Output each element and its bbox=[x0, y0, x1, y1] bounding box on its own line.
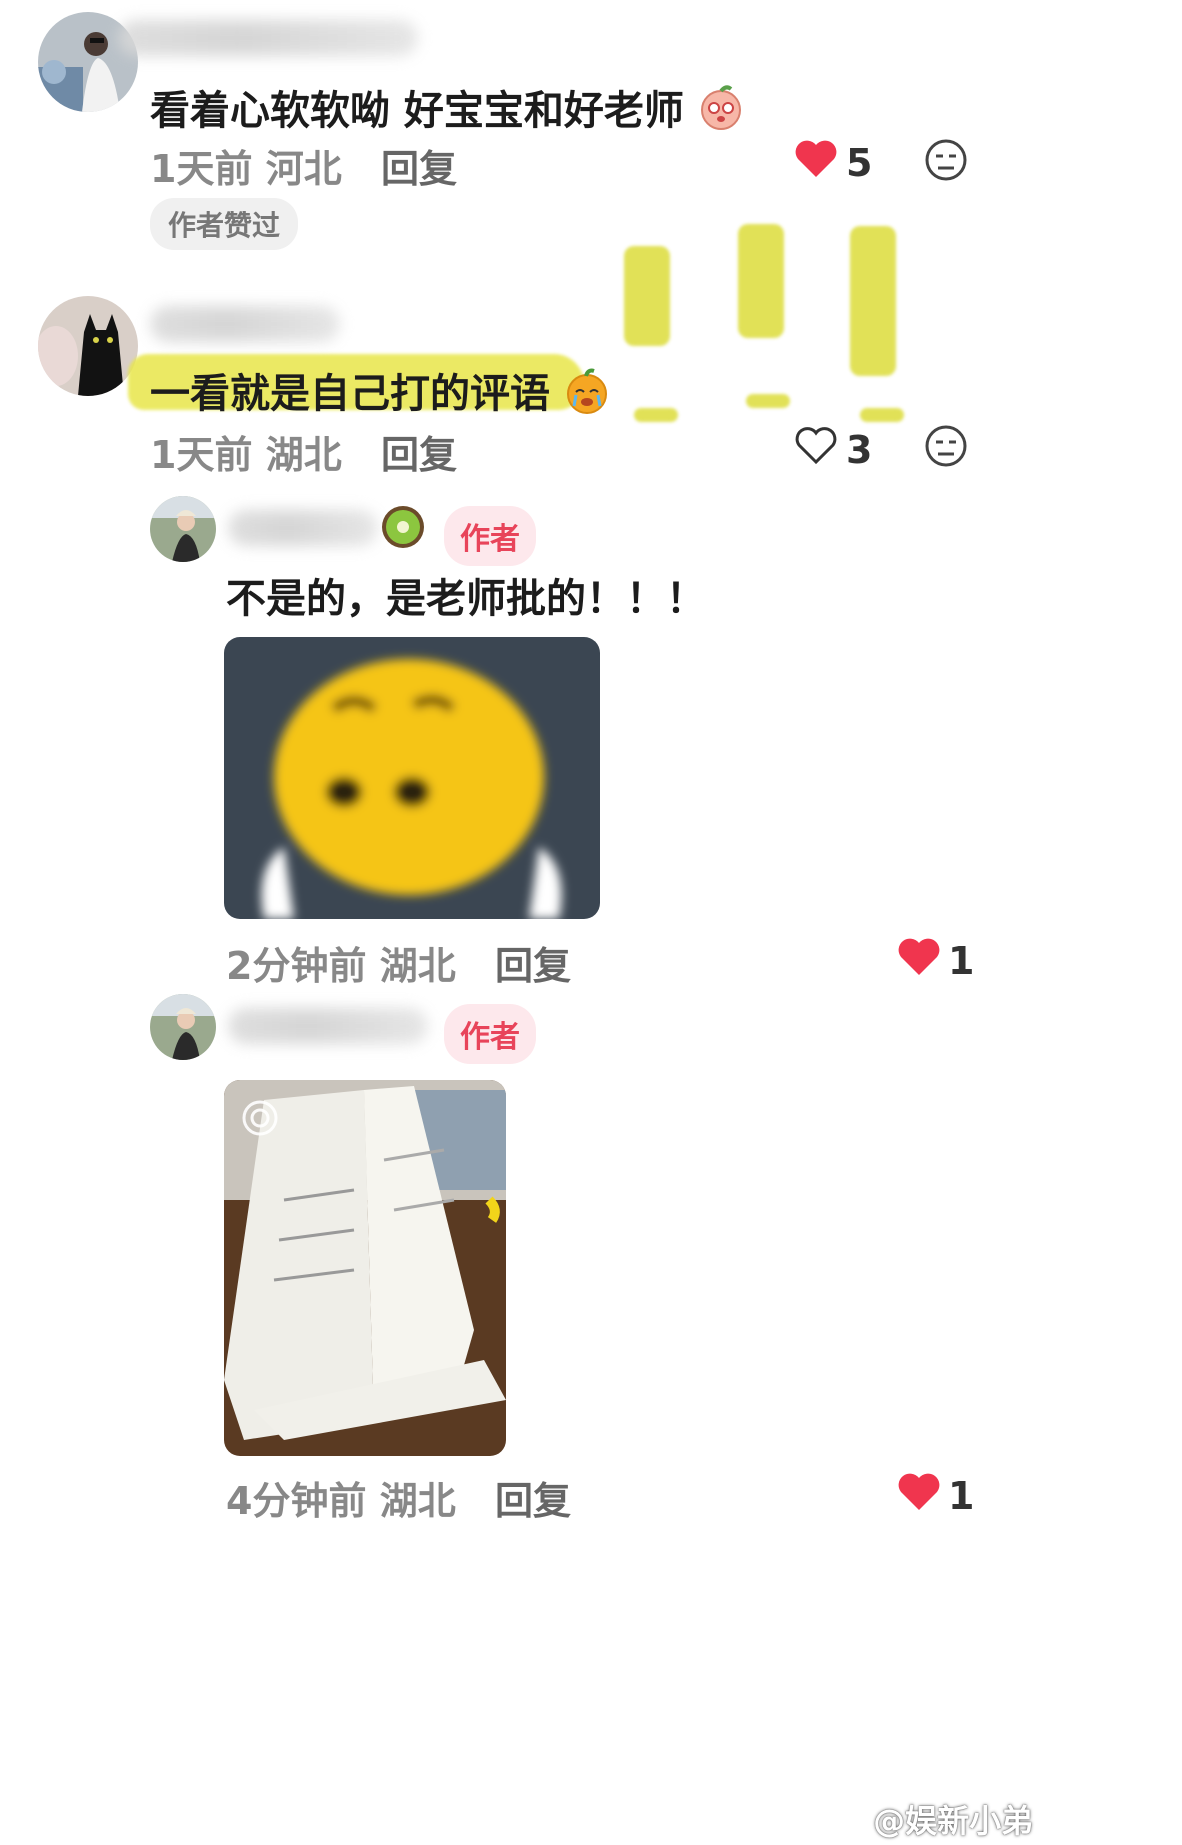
comment-location: 湖北 bbox=[265, 433, 342, 477]
like-count: 3 bbox=[846, 428, 873, 472]
watermark: @娱新小弟 bbox=[822, 1796, 1033, 1844]
reply-time: 4分钟前 bbox=[226, 1479, 367, 1523]
avatar[interactable] bbox=[38, 296, 138, 396]
author-tag: 作者 bbox=[444, 1004, 536, 1064]
like-heart-icon[interactable] bbox=[897, 1472, 941, 1516]
reply-button[interactable]: 回复 bbox=[495, 944, 571, 988]
like-count: 1 bbox=[948, 939, 975, 983]
username[interactable] bbox=[228, 1008, 428, 1044]
comment-time: 1天前 bbox=[150, 433, 253, 477]
comment-location: 河北 bbox=[265, 147, 342, 191]
author-liked-badge: 作者赞过 bbox=[150, 198, 299, 250]
reply-location: 湖北 bbox=[379, 944, 456, 988]
dislike-face-icon[interactable] bbox=[924, 424, 968, 472]
crying-orange-emoji-icon bbox=[564, 368, 610, 424]
avatar[interactable] bbox=[150, 994, 216, 1060]
reply-meta: 2分钟前 湖北 回复 bbox=[226, 935, 571, 990]
reply-time: 2分钟前 bbox=[226, 944, 367, 988]
like-count: 5 bbox=[846, 141, 873, 185]
reply-image-emoji[interactable] bbox=[224, 637, 600, 919]
live-photo-icon bbox=[244, 1100, 278, 1134]
reply-button[interactable]: 回复 bbox=[381, 433, 457, 477]
kiwi-icon bbox=[380, 504, 426, 554]
username[interactable] bbox=[150, 306, 340, 342]
reply-button[interactable]: 回复 bbox=[495, 1479, 571, 1523]
username[interactable] bbox=[118, 20, 418, 56]
like-count: 1 bbox=[948, 1474, 975, 1518]
comment-meta: 1天前 湖北 回复 bbox=[150, 424, 457, 479]
weibo-logo-icon bbox=[822, 1802, 862, 1844]
like-heart-icon[interactable] bbox=[897, 937, 941, 981]
reply-button[interactable]: 回复 bbox=[381, 147, 457, 191]
crying-peach-emoji-icon bbox=[698, 85, 744, 141]
reply-text: 不是的，是老师批的！！！ bbox=[226, 576, 706, 622]
dislike-face-icon[interactable] bbox=[924, 138, 968, 186]
comment-time: 1天前 bbox=[150, 147, 253, 191]
author-tag: 作者 bbox=[444, 506, 536, 566]
comment-text: 看着心软软呦 好宝宝和好老师 bbox=[150, 78, 744, 141]
comment-meta: 1天前 河北 回复 bbox=[150, 138, 457, 193]
avatar[interactable] bbox=[150, 496, 216, 562]
username[interactable] bbox=[228, 510, 378, 546]
reply-meta: 4分钟前 湖北 回复 bbox=[226, 1470, 571, 1525]
like-heart-outline-icon[interactable] bbox=[794, 426, 838, 470]
like-heart-icon[interactable] bbox=[794, 139, 838, 183]
reply-location: 湖北 bbox=[379, 1479, 456, 1523]
reply-image-notebook[interactable] bbox=[224, 1080, 506, 1456]
comment-text: 一看就是自己打的评语 bbox=[150, 361, 610, 424]
